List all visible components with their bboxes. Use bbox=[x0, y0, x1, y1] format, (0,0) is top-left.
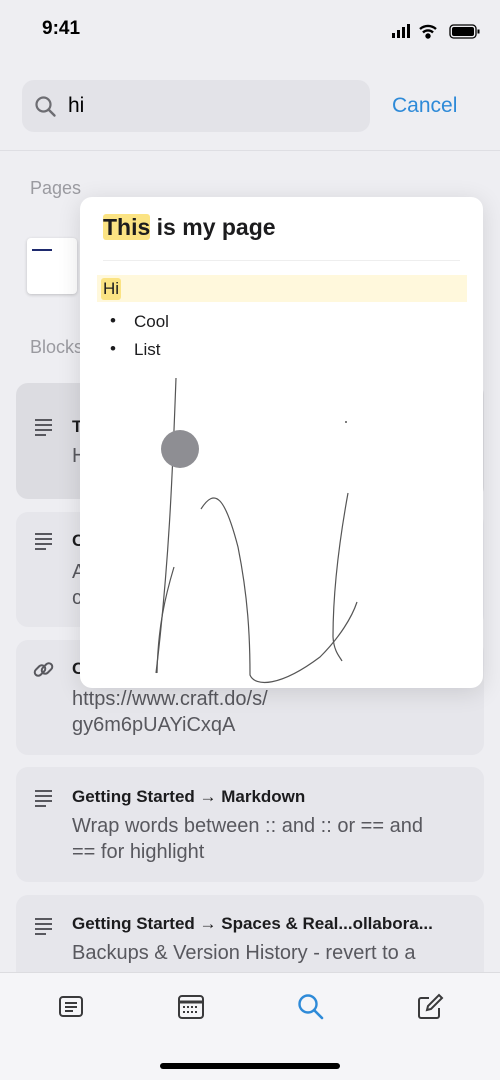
page-preview-popup[interactable]: This is my page Hi • Cool • List bbox=[80, 197, 483, 688]
calendar-icon[interactable] bbox=[177, 994, 205, 1020]
divider bbox=[0, 150, 500, 151]
handwriting-drawing bbox=[155, 377, 358, 684]
wifi-icon bbox=[419, 24, 437, 39]
result-body: Backups & Version History - revert to a bbox=[72, 942, 416, 964]
result-body: Wrap words between :: and :: or == and =… bbox=[72, 815, 423, 863]
text-lines-icon bbox=[35, 790, 52, 810]
search-input[interactable]: hi bbox=[68, 94, 84, 118]
status-time: 9:41 bbox=[42, 18, 81, 39]
battery-icon bbox=[449, 24, 480, 39]
touch-indicator bbox=[161, 430, 199, 468]
status-icons bbox=[392, 24, 480, 39]
blocks-section-label: Blocks bbox=[30, 337, 84, 357]
text-lines-icon bbox=[35, 419, 52, 439]
search-icon bbox=[35, 96, 56, 117]
documents-icon[interactable] bbox=[58, 994, 84, 1020]
result-title: Getting Started → Spaces & Real...ollabo… bbox=[72, 914, 433, 933]
search-icon[interactable] bbox=[297, 993, 325, 1021]
link-icon bbox=[33, 662, 54, 677]
pages-section-label: Pages bbox=[30, 178, 82, 198]
page-thumbnail[interactable] bbox=[27, 238, 77, 294]
compose-icon[interactable] bbox=[416, 993, 444, 1021]
text-lines-icon bbox=[35, 918, 52, 938]
result-title: Getting Started → Markdown bbox=[72, 787, 306, 806]
signal-icon bbox=[392, 24, 410, 38]
cancel-button[interactable]: Cancel bbox=[392, 94, 457, 118]
text-lines-icon bbox=[35, 533, 52, 553]
result-body: https://www.craft.do/s/ gy6m6pUAYiCxqA bbox=[72, 688, 268, 736]
home-indicator bbox=[160, 1063, 340, 1069]
